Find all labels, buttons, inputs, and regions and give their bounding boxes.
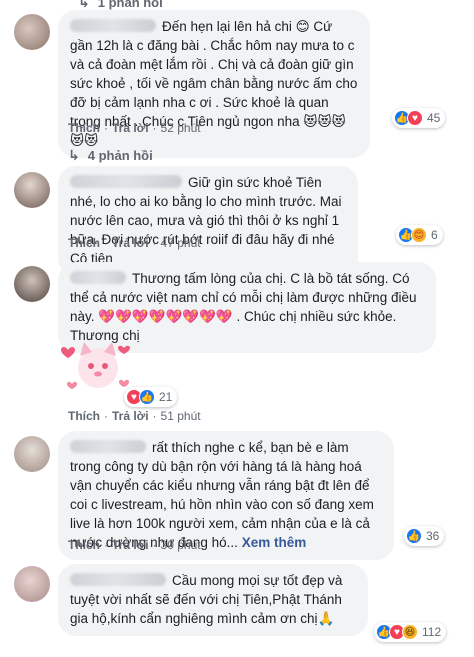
avatar[interactable] [14, 266, 50, 302]
author-name[interactable] [70, 175, 182, 188]
reaction-summary[interactable]: 👍 ♥ 45 [392, 108, 446, 128]
love-icon: ♥ [407, 110, 423, 126]
like-icon: 👍 [406, 528, 422, 544]
timestamp[interactable]: 47 phút [161, 236, 201, 250]
like-link[interactable]: Thích [68, 538, 100, 552]
reply-arrow-icon: ↳ [68, 147, 80, 163]
see-more-link[interactable]: Xem thêm [242, 535, 307, 550]
avatar[interactable] [14, 14, 50, 50]
comment-actions: Thích · Trả lời · 51 phút [68, 409, 201, 423]
reaction-summary[interactable]: ♥ 👍 21 [124, 387, 178, 407]
comment-bubble: Cầu mong mọi sự tốt đẹp và tuyệt vời nhấ… [58, 564, 368, 636]
haha-icon: 😆 [402, 624, 418, 640]
timestamp[interactable]: 51 phút [161, 409, 201, 423]
reaction-summary[interactable]: 👍 ♥ 😆 112 [374, 622, 447, 642]
author-name[interactable] [70, 19, 156, 32]
cat-sticker-image [61, 342, 130, 389]
comment-actions: Thích · Trả lời · 30 phút [68, 538, 201, 552]
comment-actions: Thích · Trả lời · 52 phút [68, 121, 201, 135]
reaction-summary[interactable]: 👍 36 [404, 526, 445, 546]
like-icon: 👍 [139, 389, 155, 405]
avatar[interactable] [14, 566, 50, 602]
comment-text: Giữ gìn sức khoẻ Tiên nhé, lo cho ai ko … [70, 175, 342, 266]
replies-link[interactable]: ↳ 4 phản hồi [68, 147, 153, 164]
comment-bubble: Giữ gìn sức khoẻ Tiên nhé, lo cho ai ko … [58, 166, 358, 276]
author-name[interactable] [70, 573, 166, 586]
comment-actions: Thích · Trả lời · 47 phút [68, 236, 201, 250]
timestamp[interactable]: 52 phút [161, 121, 201, 135]
like-link[interactable]: Thích [68, 236, 100, 250]
avatar[interactable] [14, 436, 50, 472]
like-link[interactable]: Thích [68, 121, 100, 135]
comment-bubble: Đến hẹn lại lên hả chi 😊 Cứ gần 12h là c… [58, 10, 370, 158]
author-name[interactable] [70, 271, 126, 284]
reaction-summary[interactable]: 👍 😊 6 [396, 225, 443, 245]
avatar[interactable] [14, 172, 50, 208]
timestamp[interactable]: 30 phút [161, 538, 201, 552]
reply-link[interactable]: Trả lời [112, 538, 149, 552]
reply-link[interactable]: Trả lời [112, 236, 149, 250]
like-link[interactable]: Thích [68, 409, 100, 423]
reply-link[interactable]: Trả lời [112, 121, 149, 135]
author-name[interactable] [70, 440, 146, 453]
care-icon: 😊 [411, 227, 427, 243]
reply-link[interactable]: Trả lời [112, 409, 149, 423]
comment-text: rất thích nghe c kể, bạn bè e làm trong … [70, 440, 374, 550]
